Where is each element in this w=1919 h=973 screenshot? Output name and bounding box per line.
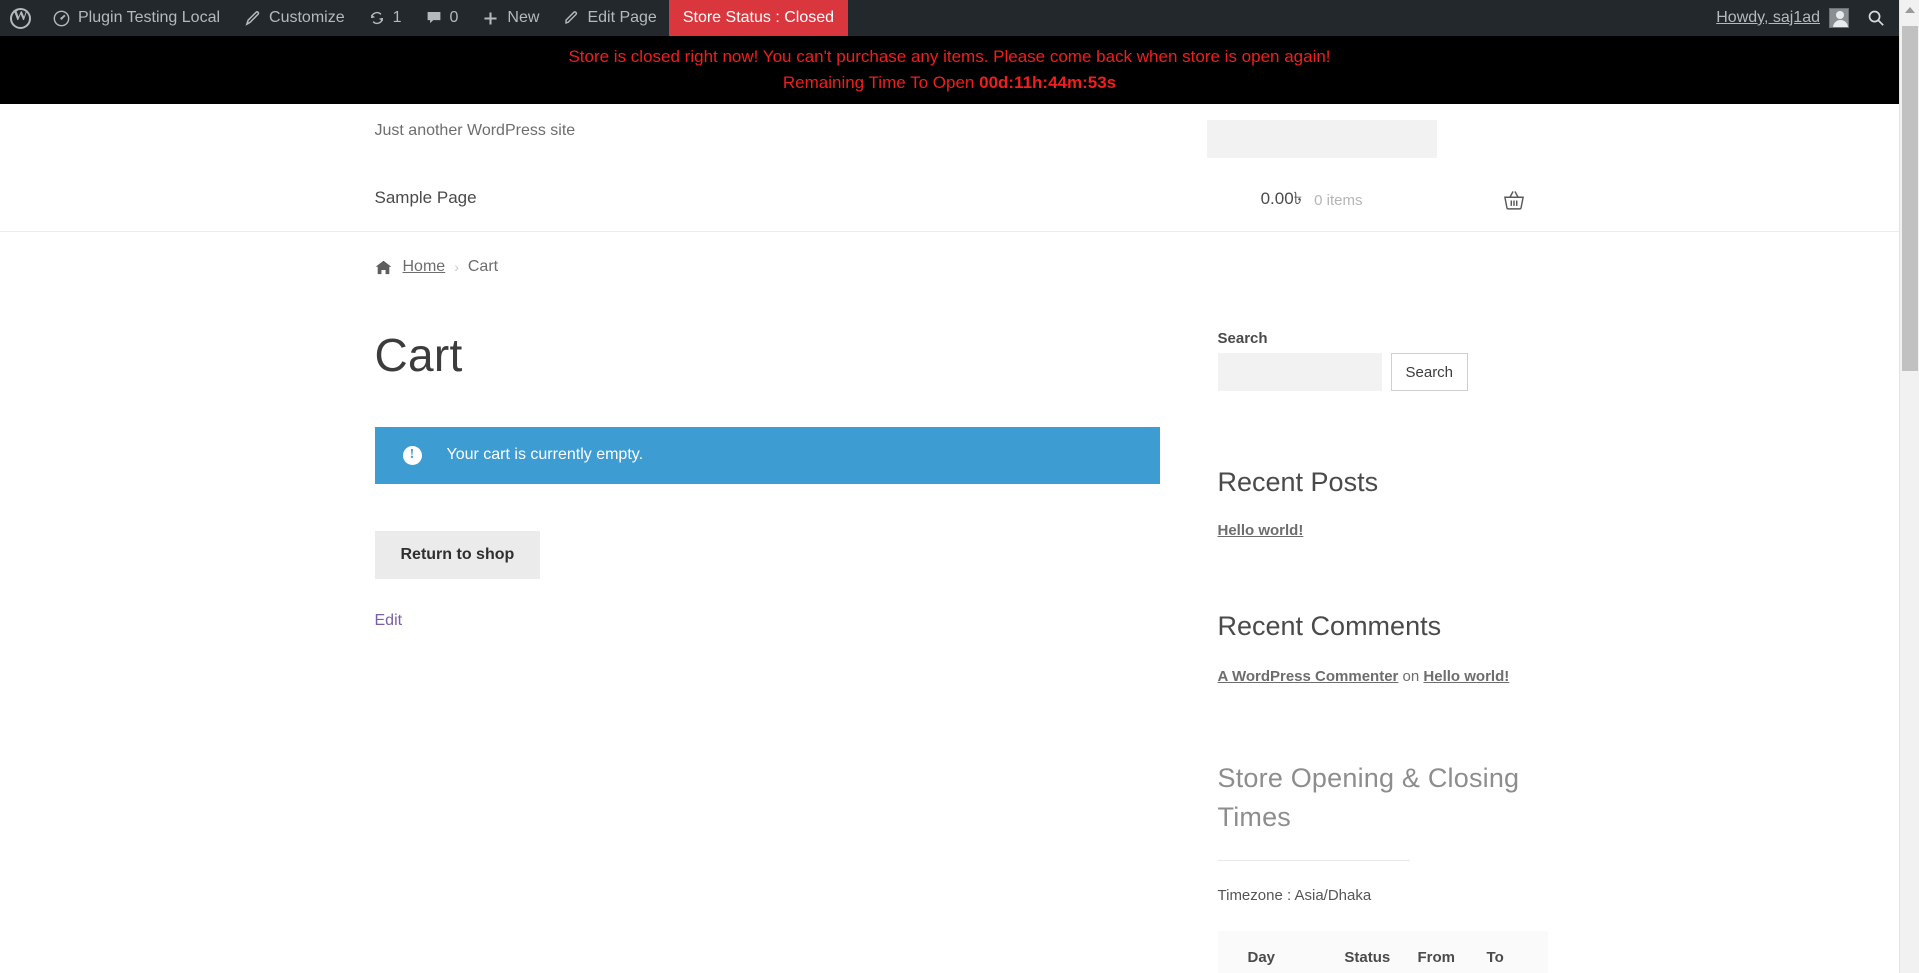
site-tagline: Just another WordPress site (374, 122, 576, 139)
my-account-menu[interactable]: Howdy, saj1ad (1706, 8, 1859, 28)
search-icon (1867, 9, 1885, 27)
search-widget-title: Search (1217, 330, 1268, 347)
breadcrumb-separator: › (454, 259, 459, 275)
scroll-up-arrow-glyph (1905, 7, 1915, 13)
pencil-icon (563, 10, 579, 26)
admin-bar-search-button[interactable] (1859, 9, 1899, 27)
sidebar: Search Search Recent Posts Hello world! … (1217, 330, 1548, 973)
search-button[interactable]: Search (1390, 353, 1469, 391)
updates-icon (369, 10, 385, 26)
column-header-day: Day (1217, 930, 1345, 973)
comments-count: 0 (449, 9, 459, 26)
edit-page-link[interactable]: Edit (375, 612, 1165, 630)
recent-comment-item: A WordPress Commenter on Hello world! (1218, 666, 1548, 688)
shopping-basket-icon[interactable] (1503, 190, 1525, 210)
primary-content: Cart ! Your cart is currently empty. Ret… (374, 329, 1165, 630)
admin-bar-right: Howdy, saj1ad (1706, 0, 1899, 36)
store-hours-table: Day Status From To Monday Open (1217, 930, 1548, 973)
new-label: New (507, 9, 540, 26)
customize-label: Customize (269, 9, 345, 26)
comment-on-text: on (1398, 667, 1424, 685)
home-icon (375, 260, 392, 275)
nav-item-sample-page[interactable]: Sample Page (375, 188, 477, 208)
empty-cart-notice: ! Your cart is currently empty. (374, 426, 1160, 484)
header-cart[interactable]: 0.00৳ 0 items (1261, 186, 1525, 214)
admin-bar-spacer (848, 0, 1706, 36)
comment-bubble-icon (426, 10, 442, 26)
breadcrumb-current: Cart (467, 258, 499, 275)
browser-viewport: Just another WordPress site Sample Page … (0, 0, 1899, 973)
customize-menu[interactable]: Customize (232, 0, 357, 36)
empty-cart-text: Your cart is currently empty. (446, 446, 644, 464)
scrollbar-thumb[interactable] (1902, 26, 1918, 371)
column-header-to: To (1486, 930, 1548, 973)
site-name-label: Plugin Testing Local (78, 9, 221, 26)
paintbrush-icon (244, 10, 261, 27)
comments-menu[interactable]: 0 (414, 0, 471, 36)
store-closed-message: Store is closed right now! You can't pur… (568, 47, 1331, 66)
page-title: Cart (374, 329, 463, 381)
countdown-label: Remaining Time To Open (782, 73, 975, 92)
cart-item-count: 0 items (1314, 191, 1363, 209)
howdy-label: Howdy, saj1ad (1716, 9, 1820, 26)
recent-post-link[interactable]: Hello world! (1218, 522, 1304, 539)
widget-recent-comments: Recent Comments A WordPress Commenter on… (1218, 610, 1548, 688)
recent-comments-title: Recent Comments (1217, 610, 1442, 641)
breadcrumb-home-link[interactable]: Home (403, 258, 446, 276)
countdown-value: 00d:11h:44m:53s (979, 73, 1117, 92)
return-to-shop-button[interactable]: Return to shop (374, 530, 541, 579)
updates-menu[interactable]: 1 (357, 0, 414, 36)
info-icon: ! (402, 445, 422, 465)
recent-posts-title: Recent Posts (1217, 467, 1379, 497)
column-header-status: Status (1344, 930, 1418, 973)
header-search-input[interactable] (1206, 120, 1437, 158)
edit-page-menu[interactable]: Edit Page (551, 0, 668, 36)
store-status-badge[interactable]: Store Status : Closed (668, 0, 849, 36)
widget-search: Search Search (1217, 330, 1548, 391)
site-name-menu[interactable]: Plugin Testing Local (41, 0, 232, 36)
widget-recent-posts: Recent Posts Hello world! (1218, 466, 1548, 540)
plus-icon (482, 10, 499, 27)
store-hours-title: Store Opening & Closing Times (1217, 763, 1520, 833)
column-header-from: From (1417, 930, 1487, 973)
cart-amount: 0.00৳ (1260, 189, 1303, 208)
primary-navigation: Sample Page 0.00৳ 0 items (375, 176, 1525, 232)
table-header-row: Day Status From To (1217, 930, 1548, 973)
scroll-up-arrow[interactable] (1900, 0, 1919, 20)
avatar (1829, 8, 1849, 28)
comment-post-link[interactable]: Hello world! (1423, 668, 1509, 685)
edit-page-label: Edit Page (587, 9, 657, 26)
breadcrumb: Home › Cart (0, 258, 1899, 276)
search-input[interactable] (1217, 353, 1382, 391)
store-hours-divider (1217, 859, 1410, 861)
dashboard-icon (53, 10, 70, 27)
comment-author-link[interactable]: A WordPress Commenter (1218, 668, 1399, 685)
wordpress-logo-icon (10, 6, 31, 29)
updates-count: 1 (392, 9, 402, 26)
store-closed-banner: Store is closed right now! You can't pur… (0, 36, 1899, 104)
wp-admin-bar: Plugin Testing Local Customize 1 (0, 0, 1899, 36)
wordpress-logo-menu[interactable] (0, 0, 41, 36)
store-hours-timezone: Timezone : Asia/Dhaka (1217, 886, 1372, 904)
new-content-menu[interactable]: New (470, 0, 551, 36)
page-scrollbar[interactable] (1899, 0, 1919, 973)
store-countdown: Remaining Time To Open 00d:11h:44m:53s (0, 72, 1899, 94)
widget-store-hours: Store Opening & Closing Times Timezone :… (1217, 759, 1548, 973)
